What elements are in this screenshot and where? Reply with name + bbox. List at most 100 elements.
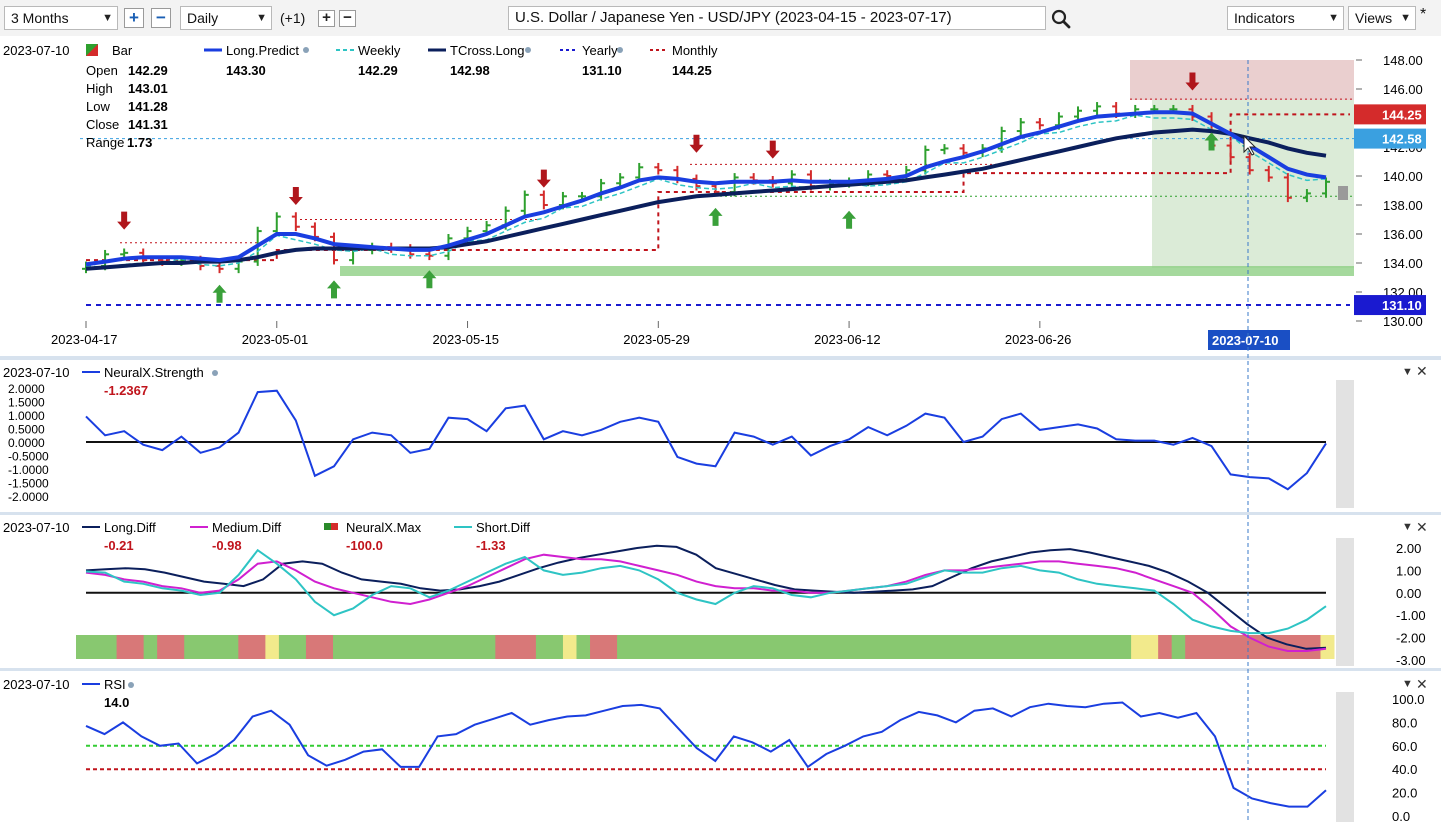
rsi-y-tick: 60.0 — [1392, 739, 1417, 754]
views-dropdown[interactable]: Views ▼ — [1348, 6, 1416, 30]
collapse-pane-icon[interactable]: ▼ — [1402, 521, 1413, 533]
signal-band-cell — [590, 635, 605, 659]
main-x-tick: 2023-05-15 — [433, 332, 500, 347]
ohlc-label: Low — [86, 99, 110, 114]
settings-dot-icon[interactable] — [128, 682, 134, 688]
main-y-tick: 130.00 — [1383, 314, 1423, 329]
ohlc-label: Open — [86, 63, 118, 78]
signal-band-cell — [1212, 635, 1227, 659]
signal-band-cell — [441, 635, 456, 659]
pane-divider[interactable] — [0, 668, 1441, 671]
signal-band-cell — [157, 635, 172, 659]
series-legend-name: Weekly — [358, 43, 401, 58]
signal-band-cell — [184, 635, 199, 659]
series-legend-name: Monthly — [672, 43, 718, 58]
forecast-zone-upper — [1130, 60, 1354, 100]
symbol-title: U.S. Dollar / Japanese Yen - USD/JPY (20… — [515, 9, 952, 26]
signal-band-cell — [887, 635, 902, 659]
signal-band-cell — [806, 635, 821, 659]
signal-band-cell — [617, 635, 632, 659]
forecast-zone-lower — [1152, 100, 1354, 268]
signal-band-cell — [941, 635, 956, 659]
signal-band-cell — [1104, 635, 1119, 659]
signal-band-cell — [414, 635, 429, 659]
series-legend-value: 144.25 — [672, 63, 712, 78]
settings-dot-icon[interactable] — [617, 47, 623, 53]
signal-band-cell — [143, 635, 158, 659]
signal-band-cell — [982, 635, 997, 659]
close-pane-icon[interactable]: ✕ — [1416, 676, 1428, 692]
signal-band-cell — [373, 635, 388, 659]
signal-band-cell — [103, 635, 118, 659]
signal-band-cell — [995, 635, 1010, 659]
pane-divider[interactable] — [0, 512, 1441, 515]
chart-canvas[interactable]: 148.00146.00144.00142.00140.00138.00136.… — [0, 36, 1441, 822]
neural-y-tick: 0.5000 — [8, 423, 45, 437]
signal-band-cell — [346, 635, 361, 659]
signal-band-cell — [1076, 635, 1092, 659]
interval-dropdown[interactable]: Daily ▼ — [180, 6, 272, 30]
indicators-dropdown[interactable]: Indicators ▼ — [1227, 6, 1344, 30]
neural-y-tick: 0.0000 — [8, 436, 45, 450]
signal-band-cell — [89, 635, 104, 659]
settings-dot-icon[interactable] — [525, 47, 531, 53]
neural-pane[interactable] — [0, 358, 1441, 510]
ohlc-value: 1.73 — [127, 135, 152, 150]
diff-legend-value: -1.33 — [476, 538, 506, 553]
signal-band-cell — [1171, 635, 1186, 659]
signal-band-cell — [481, 635, 496, 659]
symbol-search-input[interactable]: U.S. Dollar / Japanese Yen - USD/JPY (20… — [508, 6, 1046, 30]
decrease-offset-button[interactable]: − — [339, 10, 356, 27]
signal-band-cell — [549, 635, 564, 659]
signal-band-cell — [1090, 635, 1105, 659]
price-tag-label: 142.58 — [1382, 132, 1422, 147]
signal-band-cell — [914, 635, 929, 659]
price-tag-label: 131.10 — [1382, 298, 1422, 313]
neural-y-tick: -1.5000 — [8, 477, 49, 491]
signal-band-cell — [360, 635, 375, 659]
neural-y-tick: 1.5000 — [8, 396, 45, 410]
signal-band-cell — [1063, 635, 1078, 659]
rsi-y-tick: 0.0 — [1392, 809, 1410, 822]
ohlc-label: Range — [86, 135, 124, 150]
close-pane-icon[interactable]: ✕ — [1416, 519, 1428, 535]
rsi-y-tick: 80.0 — [1392, 715, 1417, 730]
signal-band-cell — [1185, 635, 1200, 659]
signal-band-cell — [603, 635, 618, 659]
pane-divider[interactable] — [0, 356, 1441, 360]
chart-scroll-handle[interactable] — [1338, 186, 1348, 200]
collapse-pane-icon[interactable]: ▼ — [1402, 366, 1413, 378]
main-x-tick: 2023-06-26 — [1005, 332, 1072, 347]
search-icon[interactable] — [1050, 8, 1072, 33]
close-pane-icon[interactable]: ✕ — [1416, 363, 1428, 379]
forecast-shade — [1336, 538, 1354, 666]
signal-band-cell — [319, 635, 334, 659]
diff-y-tick: -2.00 — [1396, 631, 1426, 646]
settings-dot-icon[interactable] — [303, 47, 309, 53]
ohlc-label: High — [86, 81, 113, 96]
toolbar: 3 Months ▼ + − Daily ▼ (+1) + − U.S. Dol… — [0, 0, 1441, 37]
collapse-pane-icon[interactable]: ▼ — [1402, 678, 1413, 690]
settings-dot-icon[interactable] — [212, 370, 218, 376]
add-period-button[interactable]: + — [124, 8, 144, 28]
signal-band-cell — [698, 635, 713, 659]
ohlc-label: Close — [86, 117, 119, 132]
remove-period-button[interactable]: − — [151, 8, 171, 28]
increase-offset-button[interactable]: + — [318, 10, 335, 27]
diff-legend-value: -0.21 — [104, 538, 134, 553]
offset-label: (+1) — [280, 10, 306, 26]
legend-swatch — [324, 523, 331, 530]
main-y-tick: 146.00 — [1383, 82, 1423, 97]
signal-band-cell — [752, 635, 767, 659]
signal-band-cell — [576, 635, 591, 659]
period-value: 3 Months — [11, 10, 69, 26]
rsi-legend-title: RSI — [104, 677, 126, 692]
diff-legend-name: NeuralX.Max — [346, 520, 422, 535]
rsi-pane[interactable] — [0, 672, 1441, 822]
rsi-y-tick: 100.0 — [1392, 692, 1425, 707]
favorite-star-icon[interactable]: * — [1420, 6, 1426, 24]
period-dropdown[interactable]: 3 Months ▼ — [4, 6, 118, 30]
signal-band-cell — [211, 635, 226, 659]
signal-band-cell — [495, 635, 510, 659]
signal-band-cell — [968, 635, 983, 659]
